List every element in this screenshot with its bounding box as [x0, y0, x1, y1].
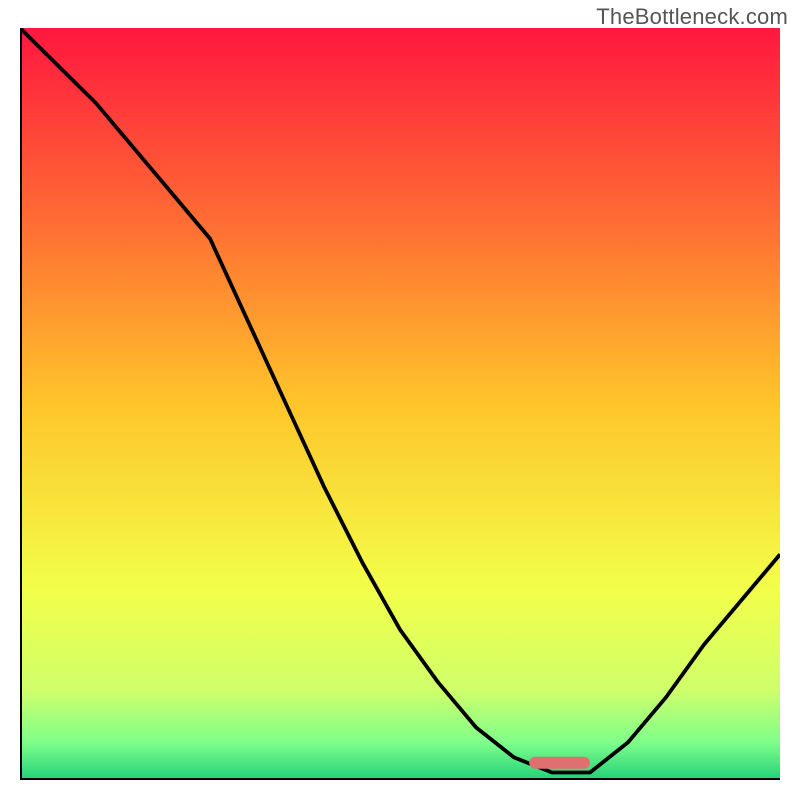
chart-svg: [20, 28, 780, 780]
plot-area: [20, 28, 780, 780]
chart-background: [20, 28, 780, 780]
marker-bar: [529, 757, 590, 769]
watermark-text: TheBottleneck.com: [596, 4, 788, 30]
chart-container: TheBottleneck.com: [0, 0, 800, 800]
